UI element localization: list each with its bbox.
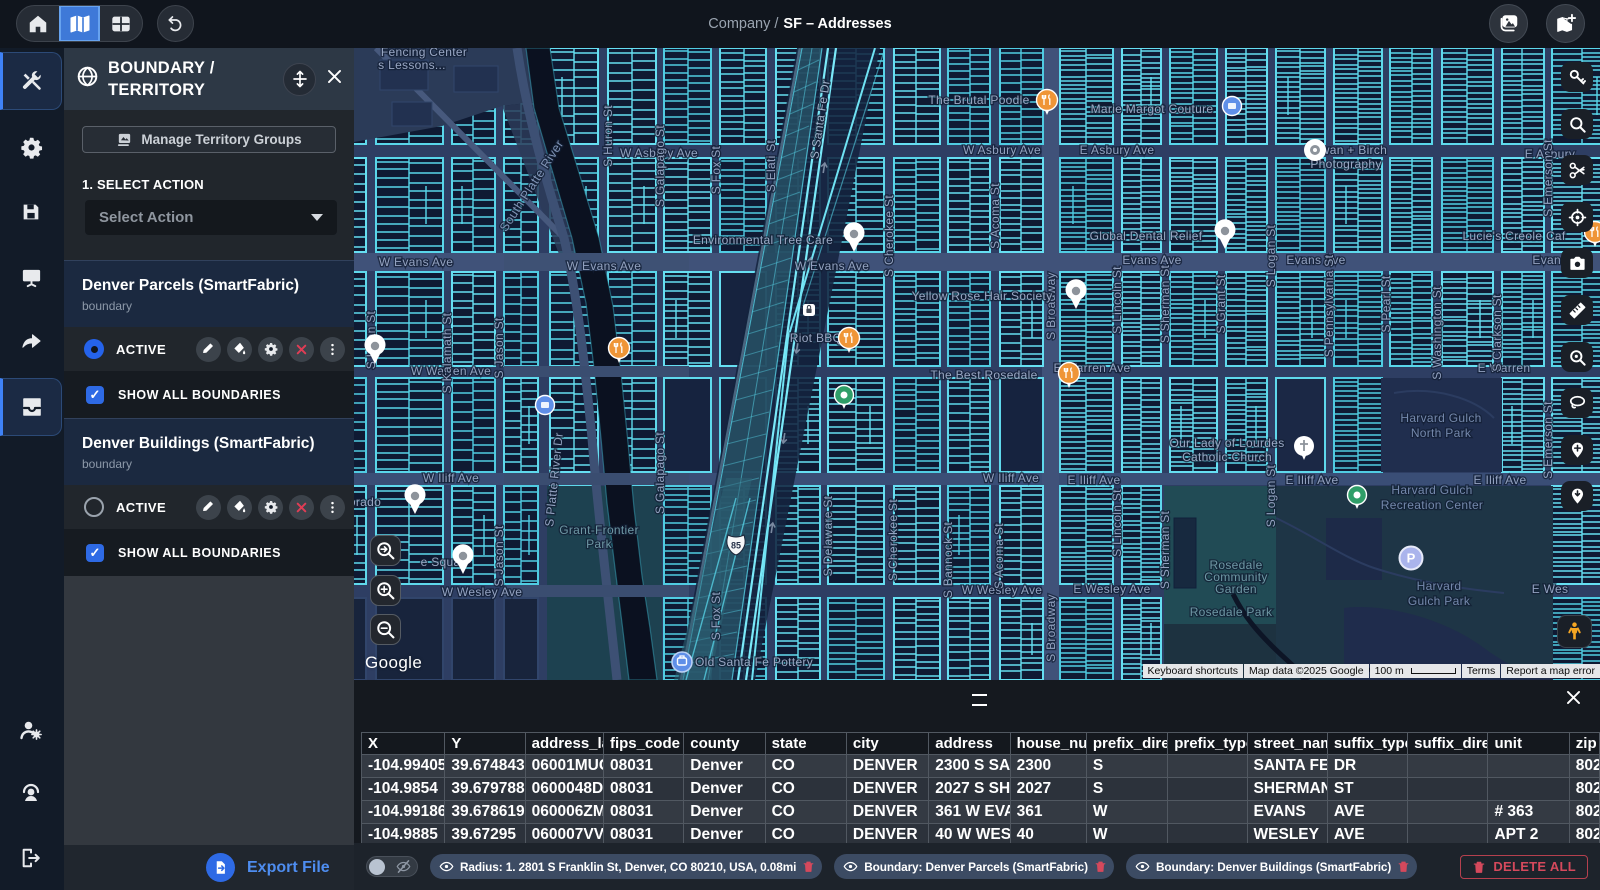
svg-text:Rosedale Park: Rosedale Park	[1190, 605, 1273, 619]
svg-text:S Kalamath St: S Kalamath St	[440, 312, 454, 393]
svg-text:Harvard: Harvard	[1417, 579, 1462, 593]
svg-text:S Logan St: S Logan St	[1264, 464, 1278, 527]
svg-text:Harvard Gulch: Harvard Gulch	[1391, 483, 1472, 497]
svg-text:Park: Park	[586, 537, 613, 551]
svg-text:Yellow Rose Hair Society: Yellow Rose Hair Society	[912, 289, 1053, 303]
svg-text:S Cherokee St: S Cherokee St	[882, 195, 896, 277]
svg-text:S Washington St: S Washington St	[1430, 286, 1444, 380]
svg-text:S Galapago St: S Galapago St	[653, 125, 667, 207]
svg-text:S Broadway: S Broadway	[1044, 272, 1058, 340]
svg-text:E Asbury Ave: E Asbury Ave	[1080, 143, 1155, 157]
svg-text:Garden: Garden	[1215, 582, 1257, 596]
svg-text:The Best Rosedale: The Best Rosedale	[930, 368, 1037, 382]
svg-text:S Pearl St: S Pearl St	[1379, 275, 1393, 332]
svg-text:S Fox St: S Fox St	[709, 145, 723, 194]
svg-text:Our Lady of Lourdes: Our Lady of Lourdes	[1169, 436, 1284, 450]
svg-text:Evans Ave: Evans Ave	[1286, 253, 1345, 267]
svg-text:Marie Margot Couture: Marie Margot Couture	[1091, 102, 1214, 116]
svg-text:S Emerson St: S Emerson St	[1541, 401, 1555, 479]
svg-text:S Logan St: S Logan St	[1264, 224, 1278, 287]
svg-text:S Pennsylvania St: S Pennsylvania St	[1322, 254, 1336, 357]
svg-text:E Wes: E Wes	[1532, 582, 1569, 596]
svg-text:Lucie's Creole Caf: Lucie's Creole Caf	[1462, 229, 1565, 243]
svg-text:North Park: North Park	[1411, 426, 1472, 440]
svg-text:E Wesley Ave: E Wesley Ave	[1073, 582, 1150, 596]
svg-text:W Iliff Ave: W Iliff Ave	[423, 471, 479, 485]
svg-text:W Evans Ave: W Evans Ave	[567, 259, 641, 273]
svg-text:E Iliff Ave: E Iliff Ave	[1474, 473, 1527, 487]
svg-text:s Lessons...: s Lessons...	[378, 58, 446, 72]
svg-text:S Jason St: S Jason St	[492, 525, 506, 586]
svg-text:W Evans Ave: W Evans Ave	[379, 255, 453, 269]
svg-text:S Cherokee St: S Cherokee St	[886, 499, 900, 581]
svg-text:Harvard Gulch: Harvard Gulch	[1400, 411, 1481, 425]
svg-text:S Galapago St: S Galapago St	[653, 432, 667, 514]
svg-text:W Wesley Ave: W Wesley Ave	[442, 585, 523, 599]
svg-text:Grant-Frontier: Grant-Frontier	[559, 523, 639, 537]
svg-text:W Iliff Ave: W Iliff Ave	[983, 471, 1039, 485]
svg-text:Old Santa Fe Pottery: Old Santa Fe Pottery	[695, 655, 813, 669]
svg-text:Evans Ave: Evans Ave	[1122, 253, 1181, 267]
svg-text:S Lincoln St: S Lincoln St	[1110, 266, 1124, 334]
svg-text:P: P	[1407, 551, 1416, 566]
svg-text:W Evans Ave: W Evans Ave	[795, 259, 869, 273]
svg-text:S Lincoln St: S Lincoln St	[1110, 489, 1124, 557]
svg-text:W Asbury Ave: W Asbury Ave	[963, 143, 1041, 157]
svg-text:Gulch Park: Gulch Park	[1408, 594, 1471, 608]
svg-text:S Huron St: S Huron St	[601, 105, 615, 167]
svg-text:E Iliff Ave: E Iliff Ave	[1068, 473, 1121, 487]
svg-text:S Fox St: S Fox St	[709, 591, 723, 640]
svg-text:S Jason St: S Jason St	[492, 317, 506, 378]
svg-text:S Broadway: S Broadway	[1044, 594, 1058, 662]
svg-text:S Grant St: S Grant St	[1214, 274, 1228, 333]
svg-text:S Clarkson St: S Clarkson St	[1490, 294, 1504, 372]
svg-text:olorado: olorado	[354, 495, 381, 509]
svg-text:Environmental Tree Care: Environmental Tree Care	[693, 233, 833, 247]
svg-text:S Emerson St: S Emerson St	[1541, 139, 1555, 217]
svg-text:E Iliff Ave: E Iliff Ave	[1286, 473, 1339, 487]
svg-text:S Acoma St: S Acoma St	[988, 183, 1002, 249]
svg-text:S Bannock St: S Bannock St	[941, 521, 955, 598]
svg-text:E Warren: E Warren	[1478, 361, 1531, 375]
svg-text:Catholic Church: Catholic Church	[1182, 450, 1272, 464]
svg-text:Global Dental Relief: Global Dental Relief	[1090, 229, 1203, 243]
svg-text:S Sherman St: S Sherman St	[1158, 264, 1172, 343]
svg-text:S Elati St: S Elati St	[764, 139, 778, 192]
svg-text:S Acoma St: S Acoma St	[992, 523, 1006, 589]
svg-text:85: 85	[731, 541, 741, 551]
svg-text:Recreation Center: Recreation Center	[1381, 498, 1483, 512]
svg-text:The Brutal Poodle: The Brutal Poodle	[928, 93, 1029, 107]
svg-text:Riot BBQ: Riot BBQ	[790, 331, 842, 345]
svg-text:S Sherman St: S Sherman St	[1158, 510, 1172, 589]
svg-text:S Delaware St: S Delaware St	[821, 495, 835, 576]
